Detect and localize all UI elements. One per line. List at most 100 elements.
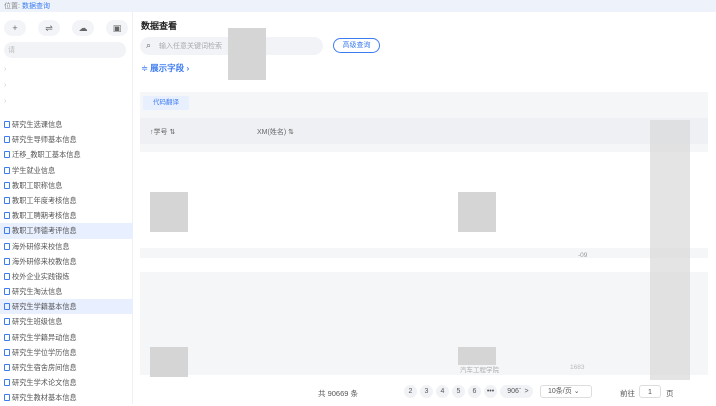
sidebar-item-label: 海外研修来校教信息 bbox=[12, 256, 77, 266]
sidebar-item[interactable]: 教职工聘期考核信息 bbox=[0, 208, 133, 223]
table-icon bbox=[4, 394, 10, 402]
sidebar-toolbar: + ⇌ ☁ ▣ bbox=[4, 18, 129, 38]
goto-page-input[interactable]: 1 bbox=[639, 385, 661, 398]
delete-icon[interactable]: ▣ bbox=[106, 20, 128, 36]
plus-icon[interactable]: + bbox=[4, 20, 26, 36]
redacted-block bbox=[150, 192, 188, 232]
sidebar-item[interactable]: 研究生学术论文信息 bbox=[0, 375, 133, 390]
sidebar-search-input[interactable]: 请 bbox=[4, 42, 126, 58]
sidebar-item[interactable]: 教职工年度考核信息 bbox=[0, 193, 133, 208]
main-content: 数据查看 ⌕ 输入任意关键词检索 高级查询 ≑ 展示字段 › 代码翻译 ↑学号 ⇅… bbox=[140, 12, 716, 404]
filter-icon: ≑ bbox=[141, 63, 149, 73]
search-placeholder: 输入任意关键词检索 bbox=[159, 43, 222, 50]
cloud-icon[interactable]: ☁ bbox=[72, 20, 94, 36]
pagination-total: 共 90669 条 bbox=[318, 389, 359, 398]
search-icon: ⌕ bbox=[146, 40, 152, 50]
sidebar-item[interactable]: 研究生淘汰信息 bbox=[0, 284, 133, 299]
table-icon bbox=[4, 151, 10, 159]
redacted-block bbox=[458, 192, 496, 232]
table-icon bbox=[4, 379, 10, 387]
table-icon bbox=[4, 212, 10, 220]
table-icon bbox=[4, 166, 10, 174]
column-header-student-id[interactable]: ↑学号 ⇅ bbox=[150, 127, 175, 137]
sidebar-item[interactable]: 研究生选课信息 bbox=[0, 117, 133, 132]
page-title: 数据查看 bbox=[141, 21, 178, 31]
table-icon bbox=[4, 181, 10, 189]
table-row[interactable] bbox=[140, 258, 708, 272]
sidebar-item[interactable]: 研究生学籍异动信息 bbox=[0, 330, 133, 345]
page-button[interactable]: 5 bbox=[452, 385, 465, 398]
sidebar-faint-marker: › bbox=[4, 98, 7, 105]
sidebar-item-label: 教职工聘期考核信息 bbox=[12, 211, 77, 221]
table-icon bbox=[4, 121, 10, 128]
sidebar-item[interactable]: 研究生导师基本信息 bbox=[0, 132, 133, 147]
table-icon bbox=[4, 136, 10, 144]
display-fields-toggle[interactable]: ≑ 展示字段 › bbox=[141, 62, 189, 74]
sidebar-faint-marker: › bbox=[4, 66, 7, 73]
sidebar-table-list: 研究生选课信息 研究生导师基本信息 迁移_教职工基本信息 学生就业信息 教职工职称信息教… bbox=[0, 117, 133, 406]
sidebar-item[interactable]: 研究生宿舍房间信息 bbox=[0, 360, 133, 375]
table-icon bbox=[4, 348, 10, 356]
column-header-name[interactable]: XM(姓名) ⇅ bbox=[257, 127, 294, 137]
sidebar-item-label: 教职工师德考评信息 bbox=[12, 226, 77, 236]
sidebar-item[interactable]: 研究生学位学历信息 bbox=[0, 345, 133, 360]
data-table-panel: 代码翻译 ↑学号 ⇅ XM(姓名) ⇅ -09 汽车工程学院 1683 bbox=[140, 92, 708, 377]
sidebar-item-label: 研究生教材基本信息 bbox=[12, 393, 77, 403]
table-scrollbar[interactable] bbox=[650, 120, 690, 380]
table-icon bbox=[4, 303, 10, 311]
sidebar-item-label: 研究生导师基本信息 bbox=[12, 135, 77, 145]
table-row[interactable] bbox=[140, 152, 708, 248]
code-translate-button[interactable]: 代码翻译 bbox=[143, 96, 189, 110]
sidebar-item-label: 研究生学位学历信息 bbox=[12, 347, 77, 357]
pagination: 共 90669 条 2 3 4 5 6 ••• 9067 > 10条/页 ⌄ 前… bbox=[140, 385, 716, 401]
table-icon bbox=[4, 242, 10, 250]
chevron-down-icon: ⌄ bbox=[573, 388, 580, 395]
page-button[interactable]: 6 bbox=[468, 385, 481, 398]
sidebar-item[interactable]: 校外企业实践锻炼 bbox=[0, 269, 133, 284]
display-fields-label: 展示字段 bbox=[150, 63, 185, 73]
sidebar-item-label: 研究生班级信息 bbox=[12, 317, 63, 327]
sidebar-item-label: 校外企业实践锻炼 bbox=[12, 271, 70, 281]
sidebar-item[interactable]: 研究生班级信息 bbox=[0, 314, 133, 329]
redacted-block bbox=[458, 347, 496, 365]
page-ellipsis[interactable]: ••• bbox=[484, 385, 497, 398]
sidebar: + ⇌ ☁ ▣ 请 › › › 研究生选课信息研究生导师基本信息 迁移_教职工基本… bbox=[0, 12, 133, 404]
sidebar-search-placeholder: 请 bbox=[8, 47, 15, 54]
sidebar-item[interactable]: 迁移_教职工基本信息 bbox=[0, 147, 133, 162]
table-cell: -09 bbox=[578, 252, 588, 259]
goto-label: 前往 bbox=[620, 389, 635, 398]
sidebar-item-label: 研究生淘汰信息 bbox=[12, 287, 63, 297]
sidebar-item[interactable]: 研究生学籍基本信息 bbox=[0, 299, 133, 315]
table-cell: 1683 bbox=[570, 364, 585, 371]
redacted-block bbox=[150, 347, 188, 377]
sidebar-item[interactable]: 研究生教材基本信息 bbox=[0, 390, 133, 405]
sidebar-item-label: 迁移_教职工基本信息 bbox=[12, 150, 81, 160]
table-icon bbox=[4, 227, 10, 235]
swap-icon[interactable]: ⇌ bbox=[38, 20, 60, 36]
table-icon bbox=[4, 333, 10, 341]
page-button[interactable]: 4 bbox=[436, 385, 449, 398]
page-size-select[interactable]: 10条/页 ⌄ bbox=[540, 385, 592, 398]
sidebar-faint-marker: › bbox=[4, 82, 7, 89]
advanced-search-button[interactable]: 高级查询 bbox=[333, 38, 380, 53]
table-cell: 汽车工程学院 bbox=[460, 367, 499, 374]
breadcrumb-current[interactable]: 数据查询 bbox=[22, 1, 50, 11]
table-icon bbox=[4, 288, 10, 296]
sidebar-item-label: 研究生学籍基本信息 bbox=[12, 302, 77, 312]
sidebar-item[interactable]: 海外研修来校信息 bbox=[0, 239, 133, 254]
table-icon bbox=[4, 318, 10, 326]
sidebar-item-label: 研究生学术论文信息 bbox=[12, 378, 77, 388]
next-page-button[interactable]: > bbox=[520, 385, 533, 398]
table-header: ↑学号 ⇅ XM(姓名) ⇅ bbox=[140, 118, 708, 144]
sidebar-item-label: 学生就业信息 bbox=[12, 165, 56, 175]
page-unit-label: 页 bbox=[666, 389, 674, 398]
sidebar-item-label: 研究生宿舍房间信息 bbox=[12, 363, 77, 372]
sidebar-item[interactable]: 教职工师德考评信息 bbox=[0, 223, 133, 239]
page-button[interactable]: 3 bbox=[420, 385, 433, 398]
sidebar-item-label: 研究生选课信息 bbox=[12, 120, 63, 129]
breadcrumb: 位置: 数据查询 bbox=[0, 0, 716, 12]
sidebar-item[interactable]: 海外研修来校教信息 bbox=[0, 254, 133, 269]
sidebar-item[interactable]: 教职工职称信息 bbox=[0, 178, 133, 193]
sidebar-item[interactable]: 学生就业信息 bbox=[0, 163, 133, 178]
page-button[interactable]: 2 bbox=[404, 385, 417, 398]
